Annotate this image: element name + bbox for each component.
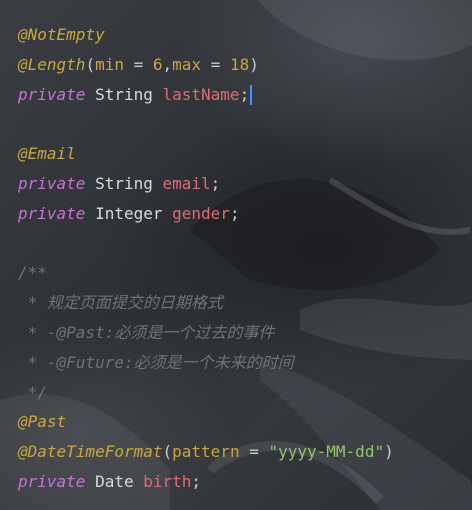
code-token-paren: = [123, 54, 153, 74]
code-token-annotation: @Email [18, 144, 76, 164]
code-token-paren: ) [384, 442, 394, 462]
code-line[interactable]: */ [18, 378, 472, 408]
code-token-keyword: private [18, 203, 86, 223]
code-line[interactable]: * -@Past:必须是一个过去的事件 [18, 318, 472, 348]
code-token-annotation: @Length [18, 54, 86, 74]
code-line[interactable]: @NotEmpty [18, 20, 472, 50]
code-token-field: gender [172, 203, 230, 223]
code-token-field: lastName [162, 84, 240, 104]
code-token-paren: ( [85, 54, 96, 74]
code-token-annotation: @Past [18, 412, 67, 432]
code-token-keyword: private [18, 173, 86, 193]
code-line[interactable]: * 规定页面提交的日期格式 [18, 288, 472, 318]
code-token-field: birth [143, 471, 192, 491]
code-token-comment: /** [18, 263, 47, 283]
code-token-string: "yyyy-MM-dd" [268, 442, 385, 462]
code-area[interactable]: @NotEmpty @Length(min = 6,max = 18) privat… [18, 20, 472, 497]
code-token-comment: * -@Future:必须是一个未来的时间 [18, 352, 294, 372]
code-token-paren: ; [210, 173, 221, 193]
code-token-paren: ; [191, 471, 202, 491]
code-line[interactable] [18, 229, 472, 259]
code-token-paren: ; [229, 203, 240, 223]
code-line[interactable] [18, 109, 472, 139]
code-line[interactable]: * -@Future:必须是一个未来的时间 [18, 348, 472, 378]
code-token-param: pattern [172, 442, 240, 462]
code-line[interactable]: private Integer gender; [18, 199, 472, 229]
code-token-keyword: private [18, 471, 86, 491]
code-token-comment: * -@Past:必须是一个过去的事件 [18, 322, 275, 342]
code-token-paren: ; [239, 84, 250, 104]
code-token-type: Date [85, 471, 144, 491]
text-cursor [250, 85, 252, 106]
code-token-paren: = [201, 54, 230, 74]
code-line[interactable]: private Date birth; [18, 467, 472, 497]
code-token-param: min [95, 54, 124, 74]
code-token-paren: , [162, 54, 173, 74]
code-token-paren: = [239, 442, 269, 462]
code-token-paren: ( [162, 442, 173, 462]
code-token-paren: ) [249, 54, 259, 74]
code-token-number: 6 [152, 54, 163, 74]
code-token-comment: */ [18, 382, 47, 402]
code-token-comment: * 规定页面提交的日期格式 [18, 293, 223, 313]
code-token-annotation: @NotEmpty [18, 25, 105, 44]
code-token-type: String [85, 84, 163, 104]
code-token-field: email [162, 173, 211, 193]
code-line[interactable]: @Length(min = 6,max = 18) [18, 50, 472, 80]
code-line[interactable]: @Email [18, 139, 472, 169]
code-line[interactable]: @DateTimeFormat(pattern = "yyyy-MM-dd") [18, 437, 472, 467]
code-token-annotation: @DateTimeFormat [18, 442, 163, 462]
code-token-keyword: private [18, 84, 86, 104]
code-token-type: String [85, 173, 163, 193]
code-token-type: Integer [85, 203, 173, 223]
code-line[interactable]: @Past [18, 407, 472, 437]
code-line[interactable]: private String email; [18, 169, 472, 199]
code-editor[interactable]: @NotEmpty @Length(min = 6,max = 18) privat… [0, 0, 472, 510]
code-token-number: 18 [229, 54, 250, 74]
code-line[interactable]: private String lastName; [18, 80, 472, 110]
code-line[interactable]: /** [18, 258, 472, 288]
code-token-param: max [172, 54, 202, 74]
